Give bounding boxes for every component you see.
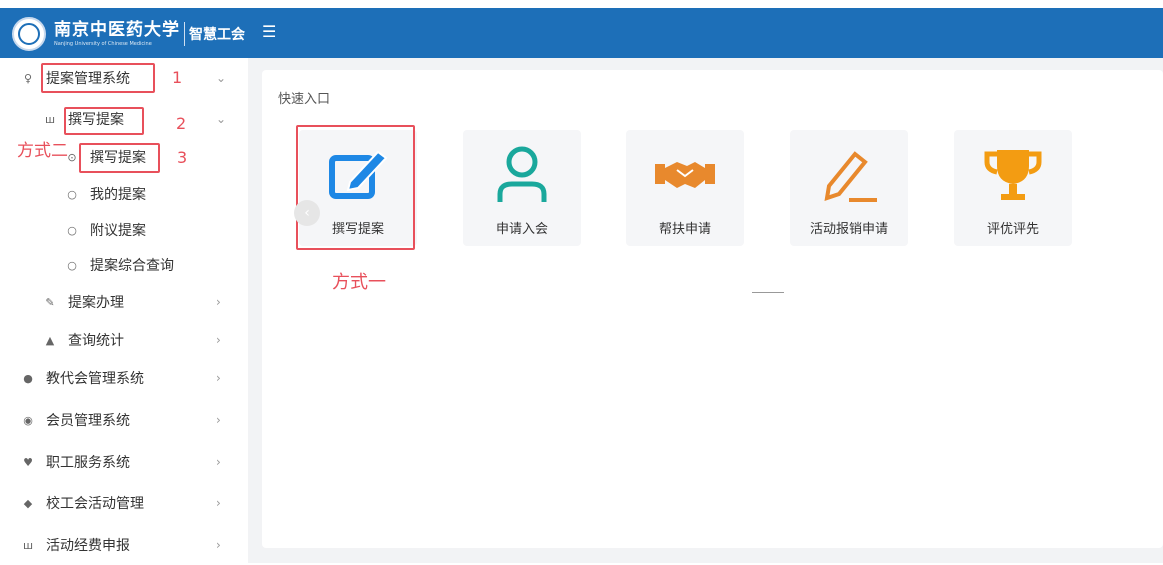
annotation-method-2: 方式二 (17, 141, 68, 161)
chevron-right-icon: › (216, 295, 221, 309)
circle-icon: ○ (67, 223, 77, 237)
university-name-en: Nanjing University of Chinese Medicine (54, 40, 152, 47)
circle-icon: ○ (67, 258, 77, 272)
tile-expense-reimbursement[interactable]: 活动报销申请 (790, 130, 908, 246)
sidebar-item-label: 职工服务系统 (46, 455, 130, 471)
heart-icon: ♥ (23, 455, 33, 469)
sidebar-item-member-system[interactable]: ◉ 会员管理系统 › (0, 400, 248, 440)
top-bar: 南京中医药大学 Nanjing University of Chinese Me… (0, 0, 1163, 58)
chevron-right-icon: › (216, 371, 221, 385)
person-icon (497, 146, 547, 202)
sidebar-item-label: 提案办理 (68, 295, 124, 311)
divider (184, 22, 185, 46)
user-circle-icon: ◉ (23, 413, 33, 427)
annotation-box-3 (79, 143, 160, 173)
sidebar-item-label: 活动经费申报 (46, 538, 130, 554)
hamburger-icon[interactable]: ☰ (262, 24, 276, 40)
chart-icon: ▲ (45, 333, 55, 347)
tag-icon: ◆ (23, 496, 33, 510)
grid-icon: ш (44, 112, 56, 126)
tile-label: 评优评先 (986, 222, 1039, 237)
chevron-right-icon: › (216, 455, 221, 469)
circle-icon: ○ (67, 187, 77, 201)
sidebar-item-staff-service[interactable]: ♥ 职工服务系统 › (0, 442, 248, 482)
chevron-right-icon: › (216, 496, 221, 510)
chevron-right-icon: › (216, 538, 221, 552)
sidebar-item-proposal-handling[interactable]: ✎ 提案办理 › (0, 282, 248, 322)
carousel-indicator[interactable] (752, 292, 784, 293)
chevron-down-icon: ⌄ (216, 112, 227, 126)
sidebar-item-query-stats[interactable]: ▲ 查询统计 › (0, 320, 248, 360)
annotation-number-3: 3 (177, 148, 188, 167)
carousel-prev-button[interactable]: ‹ (294, 200, 320, 226)
annotation-box-1 (41, 63, 155, 93)
tile-label: 活动报销申请 (809, 222, 888, 237)
annotation-number-2: 2 (176, 114, 187, 133)
sidebar-item-union-activity[interactable]: ◆ 校工会活动管理 › (0, 483, 248, 523)
sidebar-item-proposal-query[interactable]: ○ 提案综合查询 (0, 245, 248, 285)
university-name: 南京中医药大学 (54, 19, 180, 40)
trophy-icon (984, 150, 1042, 200)
handshake-icon (655, 162, 715, 188)
sidebar-item-second-proposal[interactable]: ○ 附议提案 (0, 210, 248, 250)
sidebar-item-activity-funding[interactable]: ш 活动经费申报 › (0, 525, 248, 565)
sidebar-item-label: 提案综合查询 (90, 258, 174, 274)
grid-icon: ш (22, 538, 34, 552)
chevron-right-icon: › (216, 413, 221, 427)
sidebar-item-label: 会员管理系统 (46, 413, 130, 429)
edit-icon: ✎ (45, 295, 55, 309)
annotation-method-1: 方式一 (332, 272, 386, 293)
sidebar-item-label: 附议提案 (90, 223, 146, 239)
app-title: 智慧工会 (189, 27, 245, 43)
users-icon: ● (23, 371, 33, 385)
tile-apply-membership[interactable]: 申请入会 (463, 130, 581, 246)
annotation-number-1: 1 (172, 68, 183, 87)
sidebar-item-my-proposals[interactable]: ○ 我的提案 (0, 174, 248, 214)
logo[interactable]: 南京中医药大学 Nanjing University of Chinese Me… (12, 16, 245, 52)
tile-awards-selection[interactable]: 评优评先 (954, 130, 1072, 246)
sidebar-item-staff-congress[interactable]: ● 教代会管理系统 › (0, 358, 248, 398)
lightbulb-icon: ♀ (23, 71, 33, 85)
chevron-down-icon: ⌄ (216, 71, 227, 85)
annotation-box-2 (64, 107, 144, 135)
pencil-icon (824, 151, 877, 202)
sidebar-item-label: 查询统计 (68, 333, 124, 349)
tile-label: 申请入会 (495, 222, 548, 237)
tile-label: 帮扶申请 (658, 222, 711, 237)
tile-assistance-application[interactable]: 帮扶申请 (626, 130, 744, 246)
annotation-box-method-1 (296, 125, 415, 250)
section-title: 快速入口 (278, 92, 331, 107)
sidebar-item-label: 我的提案 (90, 187, 146, 203)
chevron-right-icon: › (216, 333, 221, 347)
university-emblem-icon (12, 17, 46, 51)
sidebar-item-label: 教代会管理系统 (46, 371, 144, 387)
sidebar-item-label: 校工会活动管理 (46, 496, 144, 512)
